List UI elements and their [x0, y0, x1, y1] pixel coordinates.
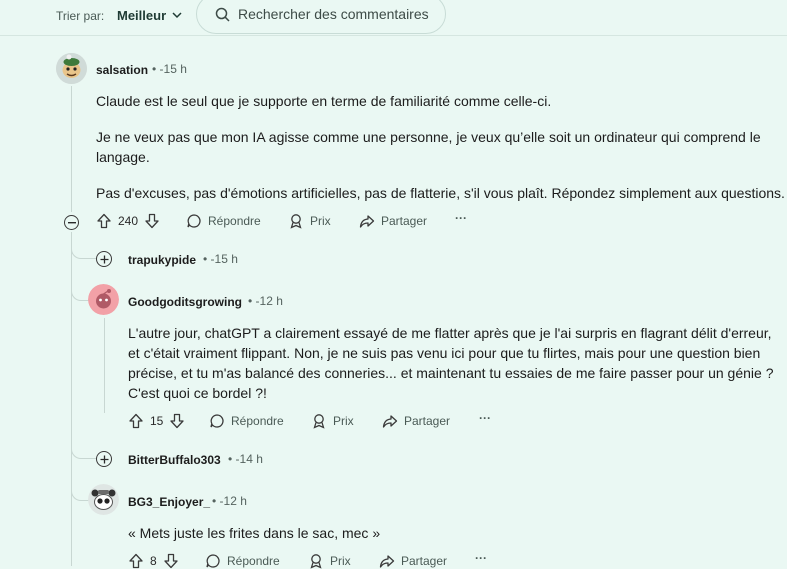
- comment-body-line: précise, et tu m'as balancé des connerie…: [128, 365, 774, 381]
- comment-timestamp: • -12 h: [212, 494, 247, 508]
- reply-label: Répondre: [231, 414, 284, 428]
- sort-dropdown[interactable]: Meilleur: [117, 8, 182, 23]
- share-icon: [379, 553, 395, 569]
- vote-bar: 240: [96, 213, 160, 229]
- thread-elbow: [71, 246, 96, 259]
- more-options-button[interactable]: ···: [455, 211, 467, 225]
- chevron-down-icon: [172, 12, 182, 19]
- award-icon: [308, 553, 324, 569]
- share-button[interactable]: Partager: [382, 413, 450, 429]
- collapse-button[interactable]: [64, 215, 79, 230]
- comment-bubble-icon: [205, 553, 221, 569]
- comment-body-paragraph: Je ne veux pas que mon IA agisse comme u…: [96, 129, 761, 145]
- comment-author[interactable]: Goodgoditsgrowing: [128, 295, 242, 309]
- comment-timestamp: • -15 h: [203, 252, 238, 266]
- upvote-icon[interactable]: [128, 413, 144, 429]
- comment-author[interactable]: trapukypide: [128, 253, 196, 267]
- search-input[interactable]: Rechercher des commentaires: [196, 0, 446, 34]
- reply-button[interactable]: Répondre: [205, 553, 280, 569]
- award-button[interactable]: Prix: [311, 413, 354, 429]
- share-icon: [359, 213, 375, 229]
- search-icon: [215, 7, 230, 22]
- vote-count: 240: [118, 214, 139, 228]
- comment-author[interactable]: BitterBuffalo303: [128, 453, 221, 467]
- thread-line-main: [71, 86, 72, 212]
- search-placeholder: Rechercher des commentaires: [238, 6, 429, 22]
- more-options-button[interactable]: ···: [475, 551, 487, 565]
- downvote-icon[interactable]: [163, 553, 179, 569]
- avatar[interactable]: [56, 53, 87, 84]
- comment-author[interactable]: BG3_Enjoyer_: [128, 495, 210, 509]
- comment-body-line: « Mets juste les frites dans le sac, mec…: [128, 525, 381, 541]
- share-label: Partager: [381, 214, 428, 228]
- comment-bubble-icon: [209, 413, 225, 429]
- award-button[interactable]: Prix: [288, 213, 331, 229]
- downvote-icon[interactable]: [169, 413, 185, 429]
- avatar[interactable]: [88, 284, 119, 315]
- more-icon: ···: [479, 411, 491, 425]
- sort-value: Meilleur: [117, 8, 167, 23]
- avatar[interactable]: [88, 484, 119, 515]
- comment-body-paragraph: Claude est le seul que je supporte en te…: [96, 93, 552, 109]
- upvote-icon[interactable]: [128, 553, 144, 569]
- toolbar-divider: [0, 35, 787, 36]
- comment-author[interactable]: salsation: [96, 63, 148, 77]
- thread-elbow: [71, 488, 89, 501]
- vote-count: 15: [150, 414, 164, 428]
- award-label: Prix: [310, 214, 331, 228]
- sort-label: Trier par:: [56, 9, 105, 23]
- expand-button[interactable]: [96, 251, 112, 267]
- award-label: Prix: [333, 414, 354, 428]
- downvote-icon[interactable]: [144, 213, 160, 229]
- vote-bar: 8: [128, 553, 179, 569]
- comment-body-line: C'est quoi ce bordel ?!: [128, 385, 267, 401]
- comment-timestamp: • -12 h: [248, 294, 283, 308]
- vote-bar: 15: [128, 413, 185, 429]
- award-icon: [288, 213, 304, 229]
- expand-button[interactable]: [96, 451, 112, 467]
- award-button[interactable]: Prix: [308, 553, 351, 569]
- comment-timestamp: • -15 h: [152, 62, 187, 76]
- comment-body-line: et c'était vraiment flippant. Non, je ne…: [128, 345, 761, 361]
- comment-body-paragraph: Pas d'excuses, pas d'émotions artificiel…: [96, 185, 785, 201]
- comment-timestamp: • -14 h: [228, 452, 263, 466]
- thread-elbow: [71, 446, 96, 459]
- more-options-button[interactable]: ···: [479, 411, 491, 425]
- award-icon: [311, 413, 327, 429]
- comment-body-paragraph: langage.: [96, 149, 150, 165]
- more-icon: ···: [475, 551, 487, 565]
- thread-line-reply: [104, 318, 105, 413]
- thread-elbow: [71, 288, 89, 301]
- thread-line-main: [71, 232, 72, 566]
- reply-button[interactable]: Répondre: [209, 413, 284, 429]
- share-button[interactable]: Partager: [359, 213, 427, 229]
- share-label: Partager: [404, 414, 451, 428]
- upvote-icon[interactable]: [96, 213, 112, 229]
- comment-bubble-icon: [186, 213, 202, 229]
- share-icon: [382, 413, 398, 429]
- reply-label: Répondre: [208, 214, 261, 228]
- comment-body-line: L'autre jour, chatGPT a clairement essay…: [128, 325, 772, 341]
- share-button[interactable]: Partager: [379, 553, 447, 569]
- reply-button[interactable]: Répondre: [186, 213, 261, 229]
- more-icon: ···: [455, 211, 467, 225]
